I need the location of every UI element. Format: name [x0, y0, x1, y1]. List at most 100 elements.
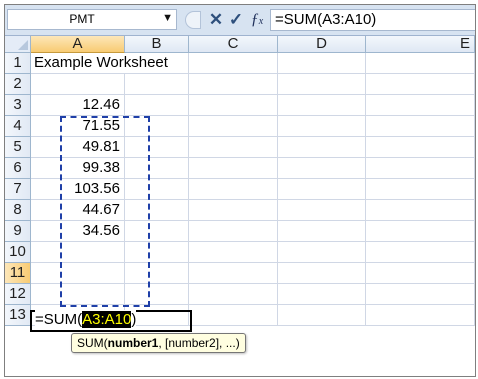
row-header-4[interactable]: 4 [5, 116, 31, 137]
cell-e6[interactable] [366, 158, 475, 179]
formula-input[interactable]: =SUM(A3:A10) [270, 9, 475, 31]
cell-e13[interactable] [366, 305, 475, 326]
cell-c12[interactable] [189, 284, 278, 305]
check-icon[interactable]: ✓ [227, 10, 245, 30]
cell-e3[interactable] [366, 95, 475, 116]
cell-a6[interactable]: 99.38 [31, 158, 125, 179]
cell-a4[interactable]: 71.55 [31, 116, 125, 137]
cell-b10[interactable] [125, 242, 189, 263]
cell-e4[interactable] [366, 116, 475, 137]
cell-e5[interactable] [366, 137, 475, 158]
row-header-10[interactable]: 10 [5, 242, 31, 263]
cell-a8[interactable]: 44.67 [31, 200, 125, 221]
column-header-b[interactable]: B [125, 36, 189, 53]
tooltip-function: SUM( [77, 336, 108, 350]
row-header-9[interactable]: 9 [5, 221, 31, 242]
row-header-3[interactable]: 3 [5, 95, 31, 116]
row-header-2[interactable]: 2 [5, 74, 31, 95]
cell-d8[interactable] [278, 200, 366, 221]
cell-b6[interactable] [125, 158, 189, 179]
cell-a1[interactable]: Example Worksheet [31, 53, 168, 74]
cell-b11[interactable] [125, 263, 189, 284]
row-header-1[interactable]: 1 [5, 53, 31, 74]
row-header-6[interactable]: 6 [5, 158, 31, 179]
cell-c2[interactable] [189, 74, 278, 95]
select-all-button[interactable] [5, 36, 31, 53]
cell-e10[interactable] [366, 242, 475, 263]
cell-d1[interactable] [278, 53, 366, 74]
cell-b5[interactable] [125, 137, 189, 158]
cell-a11[interactable] [31, 263, 125, 284]
cell-b9[interactable] [125, 221, 189, 242]
cell-e1[interactable] [366, 53, 475, 74]
cell-c6[interactable] [189, 158, 278, 179]
cell-b4[interactable] [125, 116, 189, 137]
cell-c1[interactable] [189, 53, 278, 74]
cell-c3[interactable] [189, 95, 278, 116]
column-header-a[interactable]: A [31, 36, 125, 53]
cell-a12[interactable] [31, 284, 125, 305]
cell-b8[interactable] [125, 200, 189, 221]
column-header-d[interactable]: D [278, 36, 366, 53]
cell-b7[interactable] [125, 179, 189, 200]
cell-d11[interactable] [278, 263, 366, 284]
tooltip-current-arg: number1 [107, 336, 159, 350]
cell-d12[interactable] [278, 284, 366, 305]
cell-e12[interactable] [366, 284, 475, 305]
cell-a2[interactable] [31, 74, 125, 95]
cell-d4[interactable] [278, 116, 366, 137]
cell-c8[interactable] [189, 200, 278, 221]
cell-d7[interactable] [278, 179, 366, 200]
cell-c9[interactable] [189, 221, 278, 242]
cell-b3[interactable] [125, 95, 189, 116]
column-header-row: A B C D E [5, 36, 475, 53]
cell-c11[interactable] [189, 263, 278, 284]
active-cell-editor[interactable]: =SUM(A3:A10) [35, 310, 137, 330]
cell-e8[interactable] [366, 200, 475, 221]
cell-d9[interactable] [278, 221, 366, 242]
row-header-13[interactable]: 13 [5, 305, 31, 326]
cell-b2[interactable] [125, 74, 189, 95]
cell-d2[interactable] [278, 74, 366, 95]
row-header-7[interactable]: 7 [5, 179, 31, 200]
cell-c4[interactable] [189, 116, 278, 137]
row-header-8[interactable]: 8 [5, 200, 31, 221]
cell-a3[interactable]: 12.46 [31, 95, 125, 116]
cell-e7[interactable] [366, 179, 475, 200]
column-header-e[interactable]: E [366, 36, 475, 53]
edit-suffix: ) [131, 311, 137, 328]
cell-d10[interactable] [278, 242, 366, 263]
cell-b1[interactable] [125, 53, 189, 74]
formula-bar: PMT ▼ ✕ ✓ ƒx =SUM(A3:A10) [5, 5, 475, 36]
cell-e9[interactable] [366, 221, 475, 242]
cell-c5[interactable] [189, 137, 278, 158]
cell-a7[interactable]: 103.56 [31, 179, 125, 200]
cell-d6[interactable] [278, 158, 366, 179]
cell-a5[interactable]: 49.81 [31, 137, 125, 158]
cell-d3[interactable] [278, 95, 366, 116]
cell-e2[interactable] [366, 74, 475, 95]
cell-c13[interactable] [189, 305, 278, 326]
cell-d5[interactable] [278, 137, 366, 158]
name-box-value: PMT [69, 12, 95, 26]
row-header-5[interactable]: 5 [5, 137, 31, 158]
cell-e11[interactable] [366, 263, 475, 284]
cell-d13[interactable] [278, 305, 366, 326]
formula-button-group-bg [185, 11, 201, 29]
cell-b12[interactable] [125, 284, 189, 305]
chevron-down-icon[interactable]: ▼ [162, 12, 173, 24]
cell-a9[interactable]: 34.56 [31, 221, 125, 242]
fx-icon[interactable]: ƒx [248, 10, 266, 30]
column-header-c[interactable]: C [189, 36, 278, 53]
edit-prefix: =SUM( [35, 311, 83, 328]
close-icon[interactable]: ✕ [207, 10, 225, 30]
function-tooltip[interactable]: SUM(number1, [number2], ...) [71, 333, 246, 353]
row-header-11[interactable]: 11 [5, 263, 31, 284]
cell-a10[interactable] [31, 242, 125, 263]
tooltip-rest: , [number2], ...) [158, 336, 240, 350]
edit-range-highlight: A3:A10 [82, 311, 132, 328]
row-header-12[interactable]: 12 [5, 284, 31, 305]
cell-c10[interactable] [189, 242, 278, 263]
name-box[interactable]: PMT ▼ [7, 9, 177, 30]
cell-c7[interactable] [189, 179, 278, 200]
